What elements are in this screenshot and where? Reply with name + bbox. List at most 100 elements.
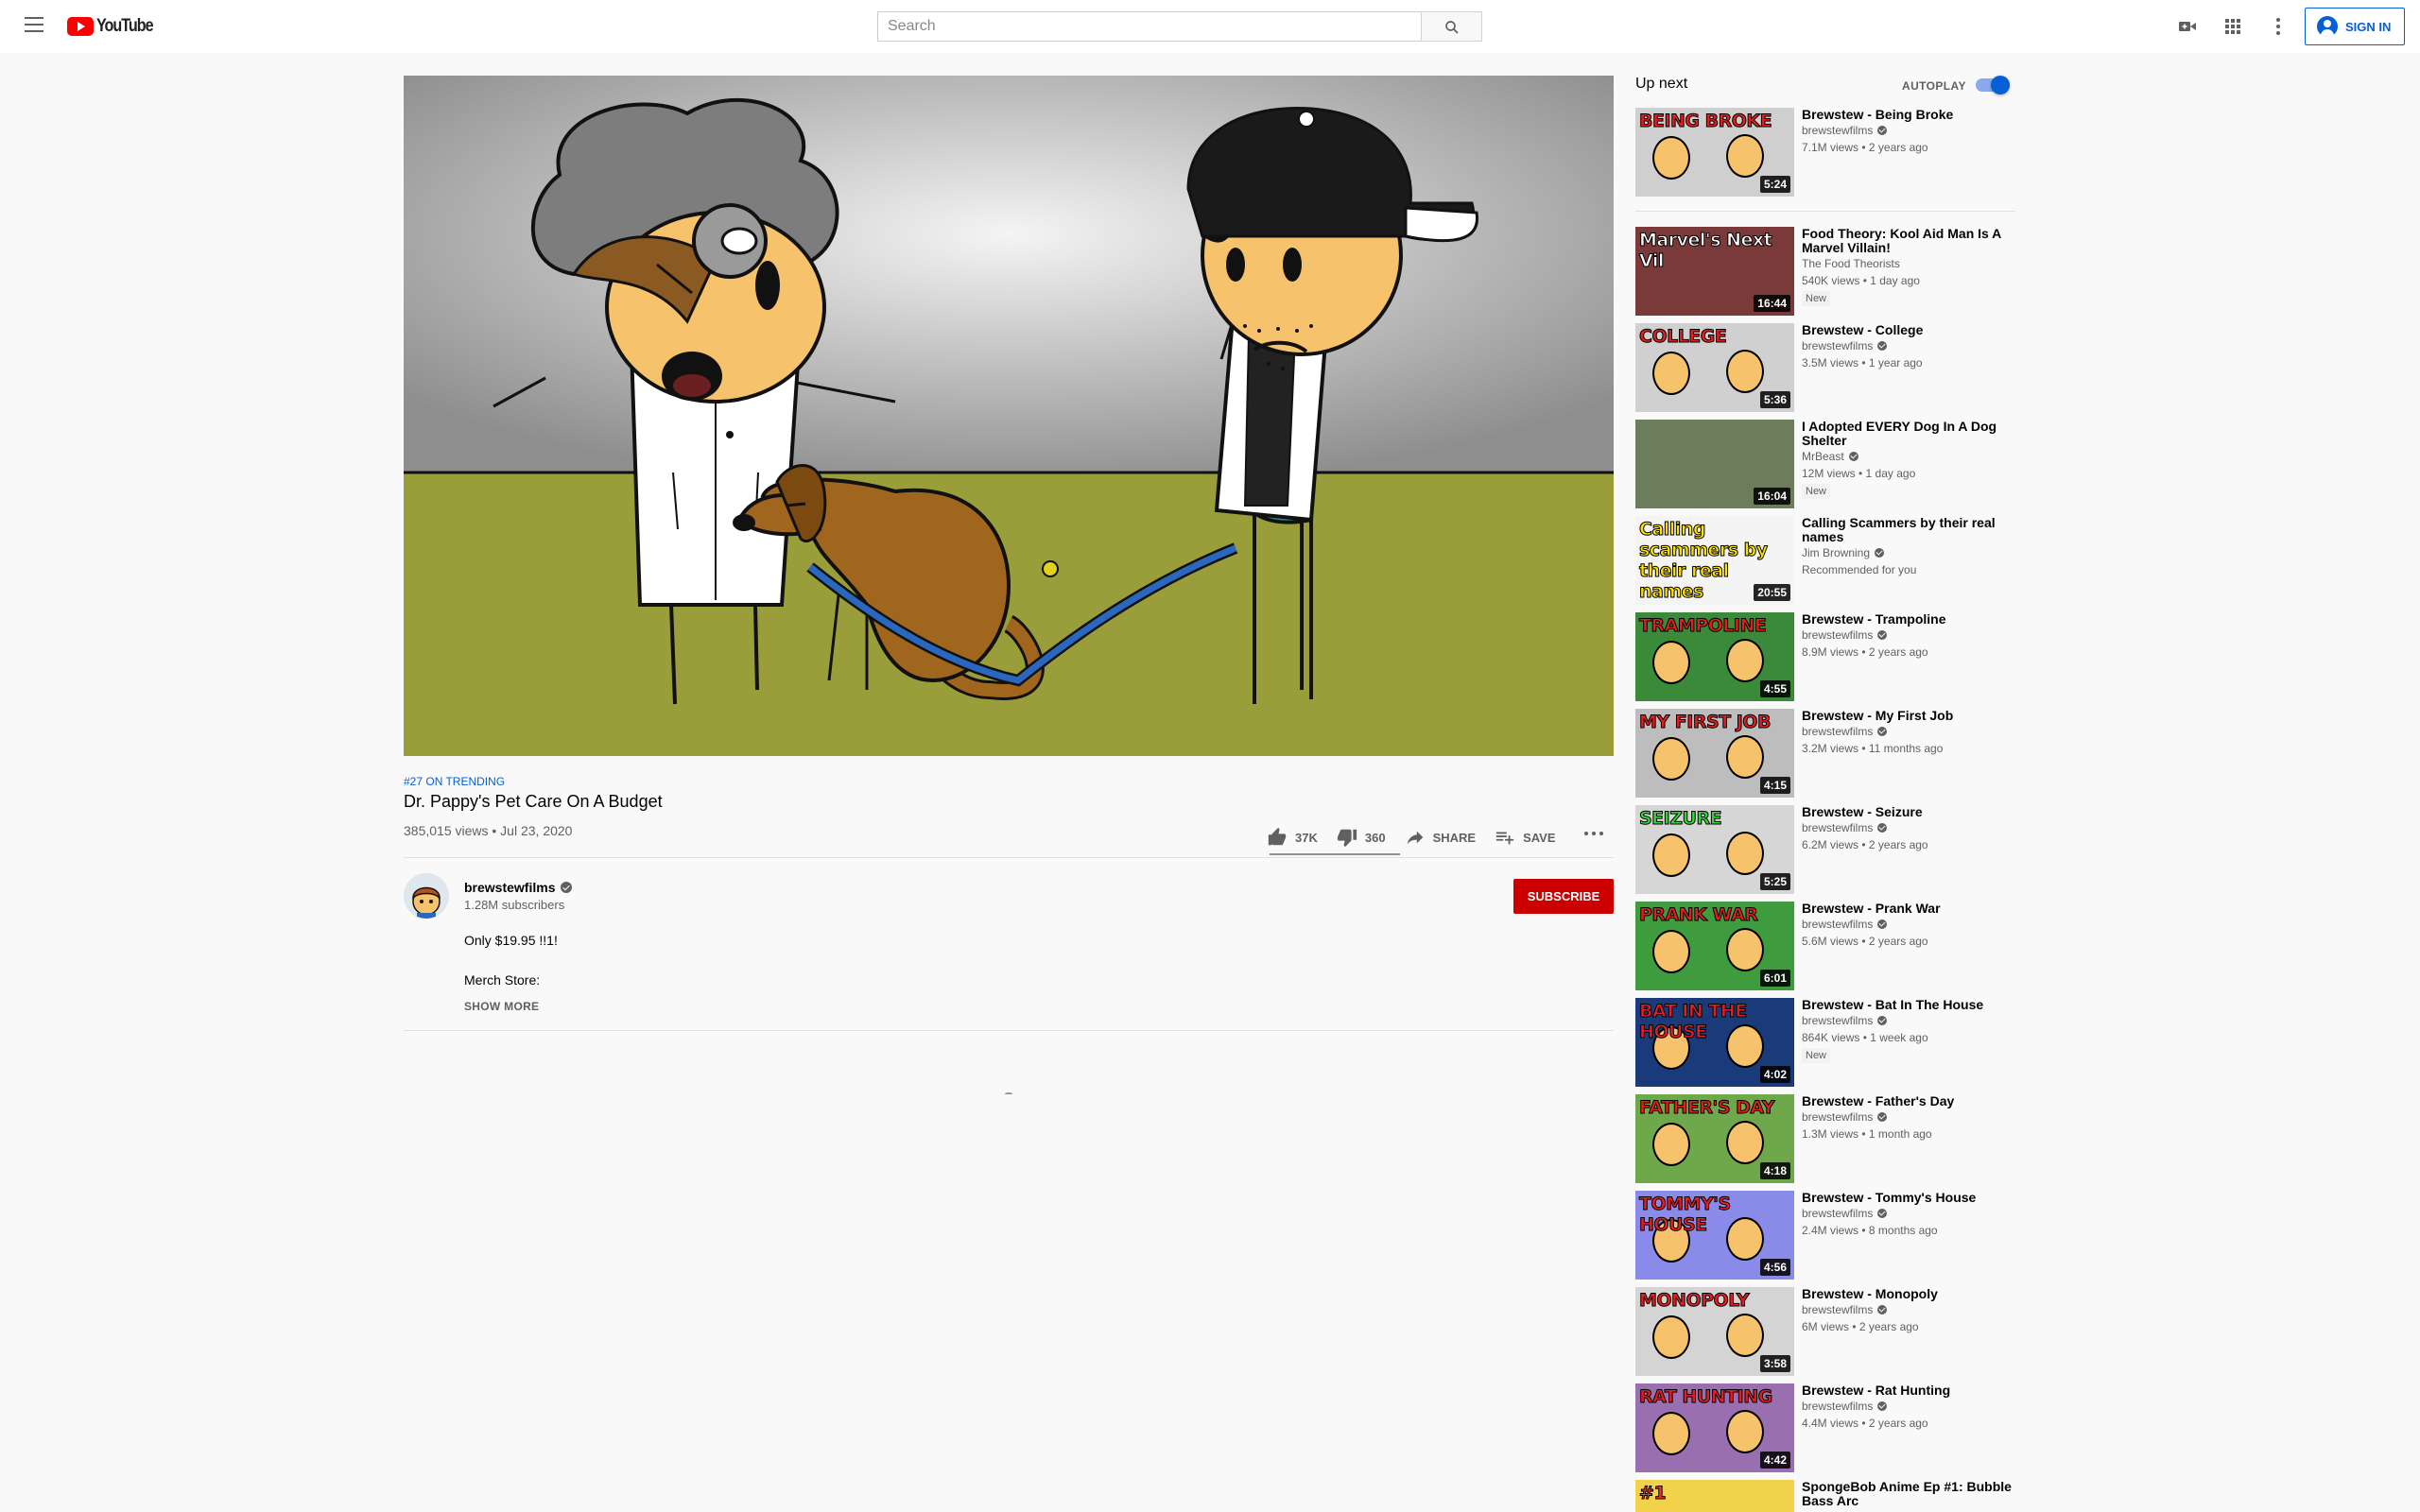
thumbnail-title-text: PRANK WAR (1638, 904, 1758, 926)
video-title[interactable]: Brewstew - Bat In The House (1802, 998, 2015, 1012)
video-channel[interactable]: brewstewfilms (1802, 1110, 1888, 1124)
video-card[interactable]: Calling scammers by their real names 20:5… (1635, 516, 2015, 605)
video-card[interactable]: Marvel's Next Vil 16:44 Food Theory: Kool … (1635, 227, 2015, 316)
apps-grid-icon[interactable] (2221, 15, 2244, 38)
video-meta: 5.6M views • 2 years ago (1802, 935, 1928, 948)
video-duration: 4:42 (1759, 1452, 1790, 1469)
video-thumbnail[interactable]: BAT IN THE HOUSE 4:02 (1635, 998, 1794, 1087)
video-title[interactable]: Brewstew - Being Broke (1802, 108, 2015, 122)
video-meta: 3.2M views • 11 months ago (1802, 742, 1944, 755)
video-thumbnail[interactable]: TOMMY'S HOUSE 4:56 (1635, 1191, 1794, 1280)
video-channel[interactable]: brewstewfilms (1802, 821, 1888, 834)
video-title[interactable]: Brewstew - Monopoly (1802, 1287, 2015, 1301)
video-card[interactable]: MY FIRST JOB 4:15 Brewstew - My First Job b… (1635, 709, 2015, 798)
autoplay-toggle[interactable] (1976, 76, 2010, 94)
video-channel[interactable]: brewstewfilms (1802, 1303, 1888, 1316)
video-thumbnail[interactable]: MY FIRST JOB 4:15 (1635, 709, 1794, 798)
search-button[interactable] (1421, 11, 1482, 42)
trending-badge[interactable]: #27 ON TRENDING (404, 775, 505, 788)
verified-icon (1877, 727, 1888, 736)
dislike-button[interactable]: 360 (1337, 827, 1386, 848)
video-channel[interactable]: brewstewfilms (1802, 628, 1888, 642)
video-title[interactable]: SpongeBob Anime Ep #1: Bubble Bass Arc (1802, 1480, 2015, 1508)
video-card[interactable]: COLLEGE 5:36 Brewstew - College brewstewfil… (1635, 323, 2015, 412)
video-duration: 6:01 (1759, 970, 1790, 987)
video-card[interactable]: TRAMPOLINE 4:55 Brewstew - Trampoline brews… (1635, 612, 2015, 701)
video-card[interactable]: FATHER'S DAY 4:18 Brewstew - Father's Day b… (1635, 1094, 2015, 1183)
video-title[interactable]: Brewstew - My First Job (1802, 709, 2015, 723)
like-button[interactable]: 37K (1267, 827, 1318, 848)
video-title[interactable]: I Adopted EVERY Dog In A Dog Shelter (1802, 420, 2015, 448)
menu-icon[interactable] (25, 17, 43, 34)
video-title[interactable]: Food Theory: Kool Aid Man Is A Marvel Vi… (1802, 227, 2015, 255)
video-player[interactable] (404, 76, 1614, 756)
share-button[interactable]: SHARE (1405, 827, 1476, 848)
video-card[interactable]: RAT HUNTING 4:42 Brewstew - Rat Hunting bre… (1635, 1383, 2015, 1472)
subscribe-button[interactable]: SUBSCRIBE (1513, 879, 1614, 914)
search-input[interactable] (877, 11, 1422, 42)
video-frame (404, 76, 1614, 756)
new-badge: New (1802, 484, 1831, 499)
thumbnail-title-text: COLLEGE (1638, 326, 1727, 348)
video-channel[interactable]: brewstewfilms (1802, 124, 1888, 137)
create-video-icon[interactable] (2176, 15, 2199, 38)
video-title[interactable]: Calling Scammers by their real names (1802, 516, 2015, 544)
video-channel-name: The Food Theorists (1802, 257, 1900, 270)
video-thumbnail[interactable]: RAT HUNTING 4:42 (1635, 1383, 1794, 1472)
video-title[interactable]: Brewstew - Seizure (1802, 805, 2015, 819)
video-card[interactable]: BAT IN THE HOUSE 4:02 Brewstew - Bat In Th… (1635, 998, 2015, 1087)
verified-icon (1875, 548, 1885, 558)
video-thumbnail[interactable]: MONOPOLY 3:58 (1635, 1287, 1794, 1376)
video-meta: 4.4M views • 2 years ago (1802, 1417, 1928, 1430)
thumbnail-title-text: #1 (1638, 1483, 1667, 1504)
youtube-logo[interactable]: YouTube (67, 16, 163, 37)
video-channel[interactable]: MrBeast (1802, 450, 1858, 463)
video-title[interactable]: Brewstew - Rat Hunting (1802, 1383, 2015, 1398)
video-card[interactable]: BEING BROKE 5:24 Brewstew - Being Broke bre… (1635, 108, 2015, 197)
video-actions: 37K 360 SHARE SAVE (1267, 820, 1575, 854)
video-title[interactable]: Brewstew - Prank War (1802, 902, 2015, 916)
video-channel[interactable]: brewstewfilms (1802, 339, 1888, 352)
video-thumbnail[interactable]: 16:04 (1635, 420, 1794, 508)
video-title[interactable]: Brewstew - College (1802, 323, 2015, 337)
toggle-knob (1991, 76, 2010, 94)
video-thumbnail[interactable]: COLLEGE 5:36 (1635, 323, 1794, 412)
video-channel-name: Jim Browning (1802, 546, 1871, 559)
video-duration: 5:25 (1759, 873, 1790, 890)
video-channel[interactable]: brewstewfilms (1802, 725, 1888, 738)
video-card[interactable]: 16:04 I Adopted EVERY Dog In A Dog Shelte… (1635, 420, 2015, 508)
video-title[interactable]: Brewstew - Trampoline (1802, 612, 2015, 627)
sign-in-button[interactable]: SIGN IN (2305, 8, 2405, 45)
video-channel[interactable]: Jim Browning (1802, 546, 1885, 559)
video-channel[interactable]: The Food Theorists (1802, 257, 1900, 270)
more-actions-icon[interactable] (1584, 832, 1603, 837)
video-thumbnail[interactable]: FATHER'S DAY 4:18 (1635, 1094, 1794, 1183)
video-card[interactable]: TOMMY'S HOUSE 4:56 Brewstew - Tommy's Hous… (1635, 1191, 2015, 1280)
video-card[interactable]: SEIZURE 5:25 Brewstew - Seizure brewstewfil… (1635, 805, 2015, 894)
video-thumbnail[interactable]: Marvel's Next Vil 16:44 (1635, 227, 1794, 316)
video-channel[interactable]: brewstewfilms (1802, 918, 1888, 931)
channel-avatar[interactable] (404, 873, 449, 919)
video-title[interactable]: Brewstew - Father's Day (1802, 1094, 2015, 1108)
channel-name[interactable]: brewstewfilms (464, 880, 573, 895)
video-channel[interactable]: brewstewfilms (1802, 1207, 1888, 1220)
video-thumbnail[interactable]: BEING BROKE 5:24 (1635, 108, 1794, 197)
thumbnail-character (1652, 352, 1690, 395)
thumbnail-character (1652, 930, 1690, 973)
video-thumbnail[interactable]: PRANK WAR 6:01 (1635, 902, 1794, 990)
video-channel[interactable]: brewstewfilms (1802, 1400, 1888, 1413)
video-channel[interactable]: brewstewfilms (1802, 1014, 1888, 1027)
settings-more-icon[interactable] (2267, 15, 2290, 38)
save-button[interactable]: SAVE (1495, 827, 1556, 848)
video-card[interactable]: MONOPOLY 3:58 Brewstew - Monopoly brewstewf… (1635, 1287, 2015, 1376)
video-card[interactable]: #1 SpongeBob Anime Ep #1: Bubble Bass Arc (1635, 1480, 2015, 1512)
video-thumbnail[interactable]: TRAMPOLINE 4:55 (1635, 612, 1794, 701)
thumbnail-title-text: SEIZURE (1638, 808, 1722, 830)
video-thumbnail[interactable]: Calling scammers by their real names 20:5… (1635, 516, 1794, 605)
verified-icon (1877, 1016, 1888, 1025)
video-title[interactable]: Brewstew - Tommy's House (1802, 1191, 2015, 1205)
video-card[interactable]: PRANK WAR 6:01 Brewstew - Prank War brewste… (1635, 902, 2015, 990)
video-thumbnail[interactable]: SEIZURE 5:25 (1635, 805, 1794, 894)
video-thumbnail[interactable]: #1 (1635, 1480, 1794, 1512)
show-more-button[interactable]: SHOW MORE (464, 1000, 539, 1013)
